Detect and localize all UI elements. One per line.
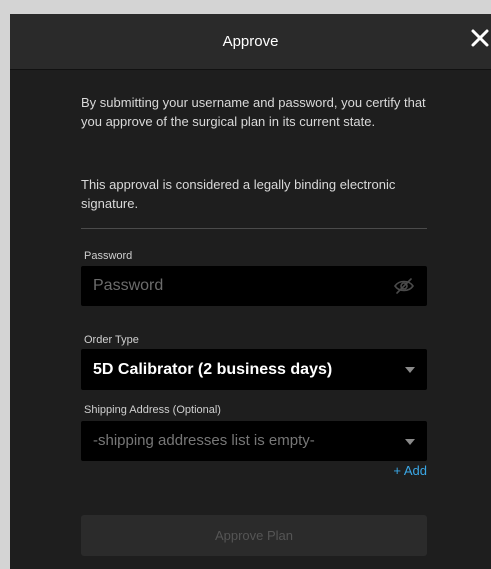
order-type-value: 5D Calibrator (2 business days) (93, 361, 333, 378)
approve-dialog: Approve By submitting your username and … (10, 14, 491, 569)
order-type-label: Order Type (84, 334, 139, 346)
password-field (81, 266, 427, 306)
dialog-title: Approve (222, 33, 279, 50)
dialog-header: Approve (10, 14, 491, 70)
approve-plan-button[interactable]: Approve Plan (81, 515, 427, 556)
password-input[interactable] (81, 266, 427, 306)
caret-down-icon (405, 367, 415, 373)
shipping-address-select[interactable]: -shipping addresses list is empty- (81, 421, 427, 461)
shipping-address-label: Shipping Address (Optional) (84, 404, 221, 416)
approval-disclaimer: By submitting your username and password… (81, 95, 426, 129)
add-shipping-address-link[interactable]: + Add (381, 463, 427, 478)
shipping-address-placeholder: -shipping addresses list is empty- (93, 432, 315, 449)
password-label: Password (84, 250, 133, 262)
close-icon (471, 29, 489, 47)
close-button[interactable] (469, 26, 491, 50)
divider (81, 228, 427, 229)
caret-down-icon (405, 439, 415, 445)
legal-signature-notice: This approval is considered a legally bi… (81, 177, 396, 211)
eye-slash-icon[interactable] (393, 277, 415, 295)
order-type-select[interactable]: 5D Calibrator (2 business days) (81, 349, 427, 390)
